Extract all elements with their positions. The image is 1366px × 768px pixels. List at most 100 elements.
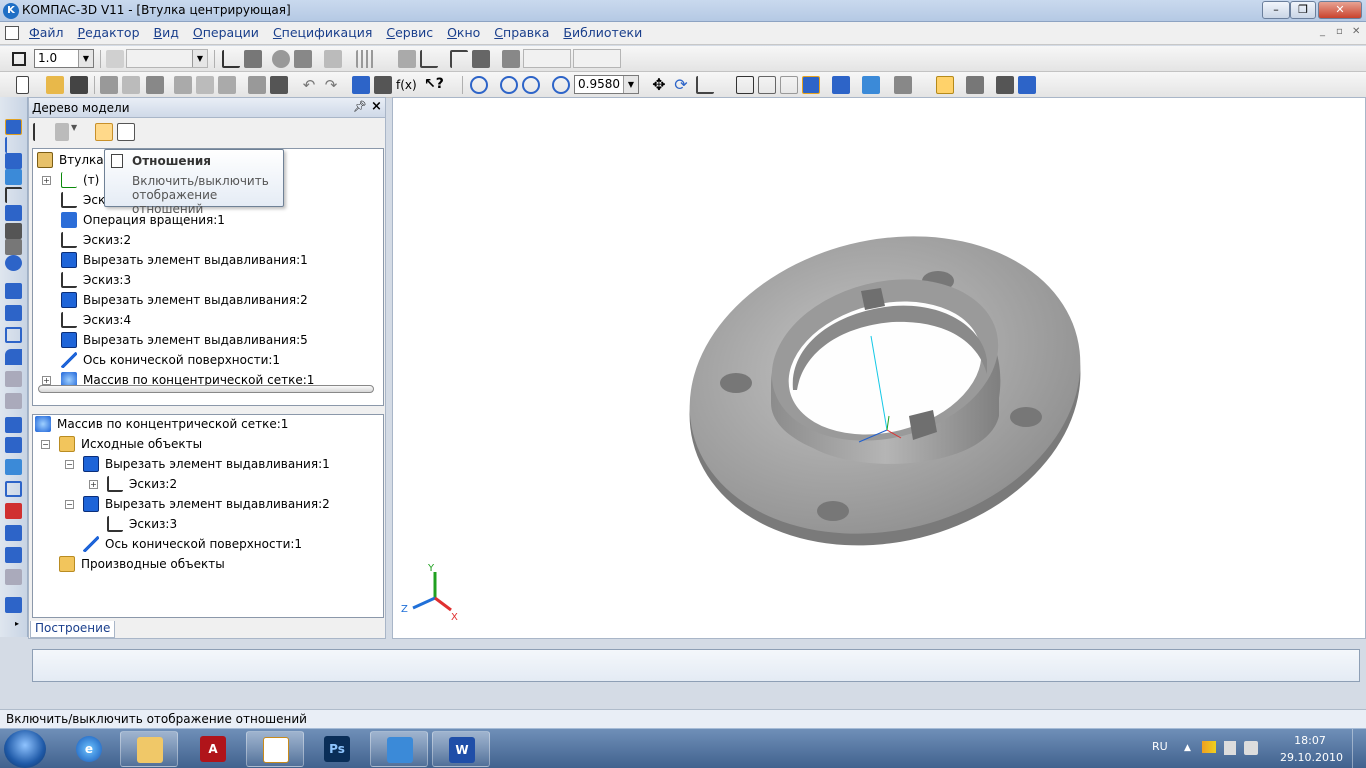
shaded-icon[interactable] [802, 76, 820, 94]
undo-icon[interactable]: ↶ [300, 76, 318, 94]
device-icon[interactable] [1224, 741, 1236, 755]
wireframe-icon[interactable] [736, 76, 754, 94]
menu-file[interactable]: Файл [22, 25, 71, 40]
tree-item[interactable]: Эскиз:4 [61, 311, 131, 329]
tree-item[interactable]: Эскиз:2 [61, 231, 131, 249]
more-arrow-icon[interactable]: ▸ [15, 619, 23, 635]
filter-icon[interactable] [894, 76, 912, 94]
arrays-icon[interactable] [5, 169, 22, 185]
shell-icon[interactable] [5, 481, 22, 497]
zoom-out-icon[interactable] [522, 76, 540, 94]
zoom-scale-icon[interactable] [552, 76, 570, 94]
cut-icon[interactable] [174, 76, 192, 94]
tree-item[interactable]: Вырезать элемент выдавливания:1 [83, 455, 330, 473]
tree-item[interactable]: Исходные объекты [59, 435, 202, 453]
loft-icon[interactable] [5, 349, 22, 365]
extrude-icon[interactable] [5, 283, 22, 299]
spec-icon[interactable] [5, 255, 22, 271]
expand-icon[interactable]: + [89, 480, 98, 489]
hidden-lines-icon[interactable] [758, 76, 776, 94]
menu-editor[interactable]: Редактор [71, 25, 147, 40]
pan-icon[interactable]: ✥ [650, 76, 668, 94]
orientation-icon[interactable] [696, 76, 714, 94]
help-cursor-icon[interactable]: ↖? [424, 76, 444, 94]
menu-operations[interactable]: Операции [186, 25, 266, 40]
preview-icon[interactable] [122, 76, 140, 94]
rib-icon[interactable] [5, 459, 22, 475]
tree-settings-icon[interactable] [117, 123, 135, 141]
relations-toggle-icon[interactable] [936, 76, 954, 94]
fx-button[interactable]: f(x) [396, 76, 418, 94]
expand-icon[interactable]: + [42, 376, 51, 385]
expand-icon[interactable]: + [42, 176, 51, 185]
minimize-button[interactable]: – [1262, 1, 1290, 19]
document-icon[interactable] [5, 26, 19, 40]
taskbar-word[interactable]: W [432, 731, 490, 767]
spatial-curves-icon[interactable] [5, 137, 22, 153]
perspective-icon[interactable] [862, 76, 880, 94]
tree-item[interactable]: Вырезать элемент выдавливания:5 [61, 331, 308, 349]
menu-view[interactable]: Вид [147, 25, 186, 40]
collapse-icon[interactable]: − [65, 460, 74, 469]
tree-item[interactable]: Вырезать элемент выдавливания:1 [61, 251, 308, 269]
taskbar-ie[interactable]: e [60, 731, 118, 767]
revolve-icon[interactable] [5, 305, 22, 321]
tree-item[interactable]: Вырезать элемент выдавливания:2 [61, 291, 308, 309]
menu-help[interactable]: Справка [487, 25, 556, 40]
chevron-down-icon[interactable]: ▼ [78, 50, 93, 67]
tree-item[interactable]: Эскиз:2 [107, 475, 177, 493]
tab-build[interactable]: Построение [30, 621, 116, 638]
relations-icon[interactable] [95, 123, 113, 141]
step-combo[interactable]: 1.0 ▼ [34, 49, 94, 68]
mdi-minimize-button[interactable]: _ [1320, 26, 1325, 37]
start-button[interactable] [4, 730, 46, 768]
zoom-in-icon[interactable] [500, 76, 518, 94]
variables-icon[interactable] [374, 76, 392, 94]
kompas-app-icon[interactable]: K [3, 3, 19, 19]
print-icon[interactable] [100, 76, 118, 94]
part-render[interactable]: Y Z X [393, 98, 1365, 638]
signal-icon[interactable] [1202, 741, 1216, 753]
show-desktop-button[interactable] [1352, 729, 1366, 768]
local-cs-icon[interactable] [398, 50, 416, 68]
pin-icon[interactable]: 📌︎ [353, 100, 367, 113]
coordinate-icon[interactable] [472, 50, 490, 68]
rebuild-icon[interactable] [1018, 76, 1036, 94]
tree-structure-icon[interactable] [33, 123, 51, 141]
measure-icon[interactable] [5, 223, 22, 239]
tree-item[interactable]: Эск [61, 191, 105, 209]
hole-icon[interactable] [5, 503, 22, 519]
menu-service[interactable]: Сервис [379, 25, 440, 40]
tree-item[interactable]: Ось конической поверхности:1 [83, 535, 302, 553]
copy-icon[interactable] [196, 76, 214, 94]
zoom-combo[interactable]: 0.9580 ▼ [574, 75, 639, 94]
taskbar-acrobat[interactable]: A [184, 731, 242, 767]
open-icon[interactable] [46, 76, 64, 94]
tree-item[interactable]: Эскиз:3 [107, 515, 177, 533]
redo-icon[interactable]: ↷ [322, 76, 340, 94]
zoom-window-icon[interactable] [470, 76, 488, 94]
close-button[interactable]: ✕ [1318, 1, 1362, 19]
mdi-restore-button[interactable]: ▫ [1336, 26, 1343, 37]
menu-specification[interactable]: Спецификация [266, 25, 379, 40]
new-document-icon[interactable] [16, 76, 29, 94]
maximize-button[interactable]: ❐ [1290, 1, 1316, 19]
chevron-down-icon[interactable]: ▼ [623, 76, 638, 93]
thin-hidden-icon[interactable] [780, 76, 798, 94]
aux-geometry-icon[interactable] [5, 187, 22, 203]
taskbar-kompas[interactable] [246, 731, 304, 767]
ortho-icon[interactable] [450, 50, 468, 68]
rotate-icon[interactable]: ⟳ [672, 76, 690, 94]
menu-window[interactable]: Окно [440, 25, 487, 40]
save-icon[interactable] [70, 76, 88, 94]
taskbar-kompas-3d[interactable] [370, 731, 428, 767]
shaded-edges-icon[interactable] [832, 76, 850, 94]
surfaces-icon[interactable] [5, 153, 22, 169]
snap-icon[interactable] [272, 50, 290, 68]
format-icon[interactable] [248, 76, 266, 94]
library-icon[interactable] [996, 76, 1014, 94]
show-hidden-icons-icon[interactable]: ▲ [1184, 743, 1191, 753]
menu-libraries[interactable]: Библиотеки [556, 25, 649, 40]
draft-icon[interactable] [5, 525, 22, 541]
filter-icon[interactable] [5, 205, 22, 221]
